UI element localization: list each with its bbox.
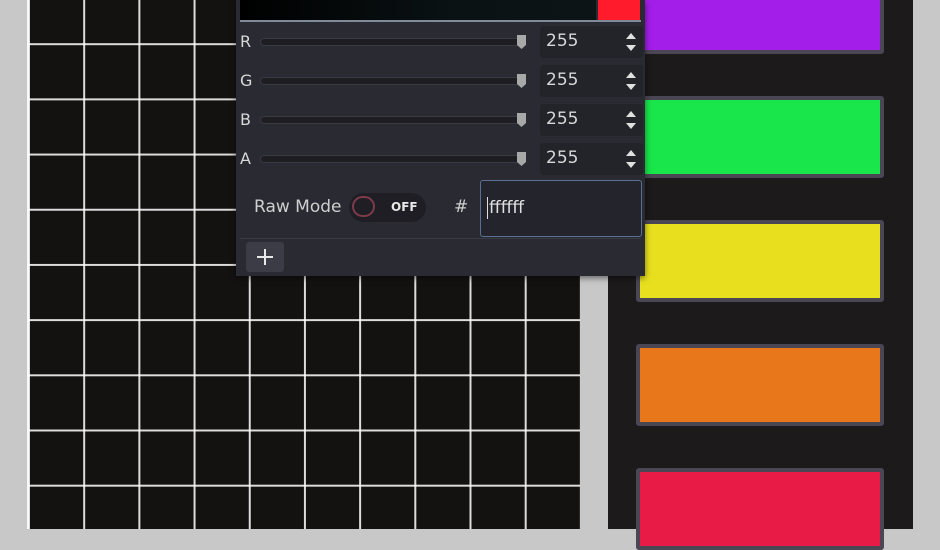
color-preview-gradient[interactable]	[240, 0, 596, 20]
spin-arrows-icon[interactable]	[625, 31, 637, 53]
raw-mode-label: Raw Mode	[254, 197, 342, 217]
swatch-red[interactable]	[636, 468, 884, 550]
spinbox-g[interactable]: 255	[540, 65, 643, 97]
slider-a[interactable]	[260, 155, 524, 163]
raw-mode-toggle[interactable]: OFF	[349, 193, 426, 222]
toggle-state-label: OFF	[391, 200, 418, 214]
slider-handle-icon[interactable]	[516, 112, 527, 128]
hex-input-value: ffffff	[489, 198, 525, 218]
hex-input[interactable]: ffffff	[480, 180, 642, 237]
spinbox-value: 255	[546, 109, 579, 129]
toggle-knob	[352, 196, 375, 217]
swatch-orange[interactable]	[636, 344, 884, 426]
divider	[240, 20, 641, 22]
channel-label-g: G	[240, 71, 253, 90]
spinbox-r[interactable]: 255	[540, 26, 643, 58]
swatch-panel	[608, 0, 913, 550]
spin-arrows-icon[interactable]	[625, 148, 637, 170]
slider-handle-icon[interactable]	[516, 73, 527, 89]
hex-prefix-label: #	[454, 197, 469, 217]
spinbox-b[interactable]: 255	[540, 104, 643, 136]
current-color-preview	[598, 0, 640, 20]
add-preset-button[interactable]	[246, 242, 284, 272]
slider-b[interactable]	[260, 116, 524, 124]
swatch-yellow[interactable]	[636, 220, 884, 302]
spin-arrows-icon[interactable]	[625, 70, 637, 92]
channel-label-a: A	[240, 149, 251, 168]
channel-label-b: B	[240, 110, 251, 129]
slider-handle-icon[interactable]	[516, 151, 527, 167]
spinbox-a[interactable]: 255	[540, 143, 643, 175]
text-caret	[487, 197, 488, 219]
color-picker-popup: R 255 G 255 B 255 A 255 Raw Mode OFF # f…	[236, 0, 645, 276]
slider-g[interactable]	[260, 77, 524, 85]
swatch-green[interactable]	[636, 96, 884, 178]
spin-arrows-icon[interactable]	[625, 109, 637, 131]
spinbox-value: 255	[546, 31, 579, 51]
divider	[240, 238, 641, 239]
slider-r[interactable]	[260, 38, 524, 46]
grid-border	[27, 0, 29, 529]
channel-label-r: R	[240, 32, 252, 51]
plus-icon	[257, 249, 273, 265]
spinbox-value: 255	[546, 70, 579, 90]
swatch-purple[interactable]	[636, 0, 884, 54]
spinbox-value: 255	[546, 148, 579, 168]
slider-handle-icon[interactable]	[516, 34, 527, 50]
